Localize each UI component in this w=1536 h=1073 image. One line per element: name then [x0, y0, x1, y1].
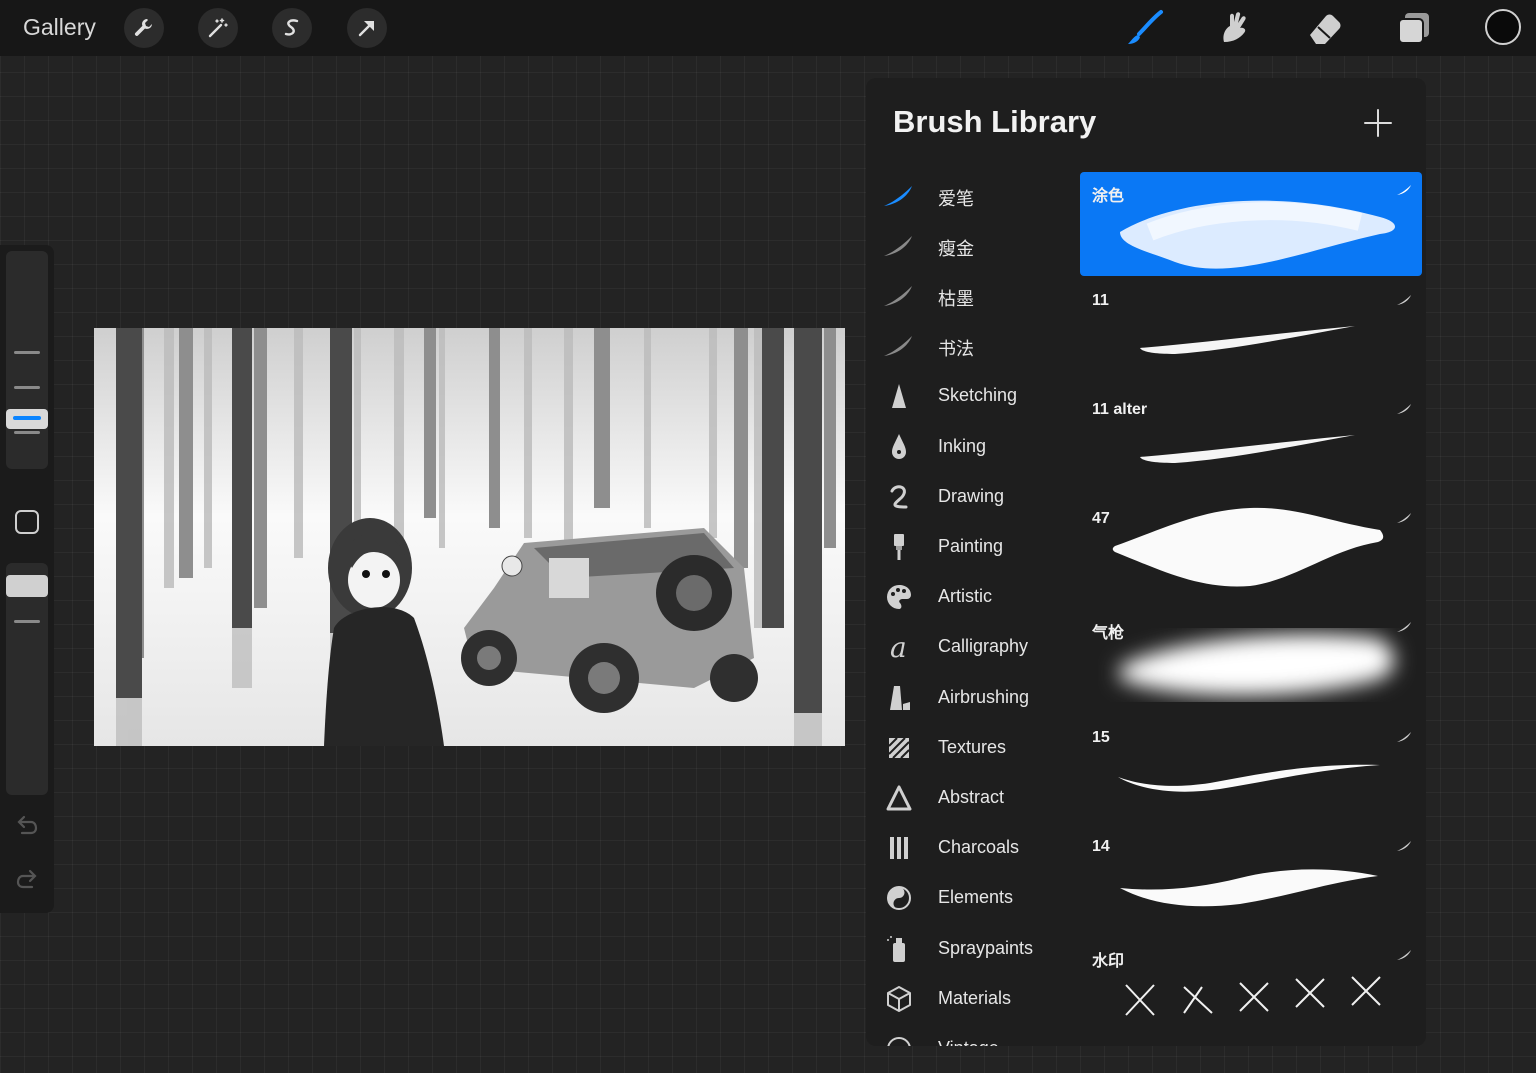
- drawing-canvas[interactable]: [94, 328, 845, 746]
- pencil-tip-icon: [892, 384, 906, 408]
- brush-preview: [1120, 200, 1395, 269]
- triangle-icon: [886, 785, 912, 811]
- transform-arrow-icon: [358, 21, 374, 37]
- modify-square-icon[interactable]: [15, 510, 39, 534]
- brush-item-47[interactable]: 47: [1080, 500, 1422, 604]
- brush-preview: [1120, 869, 1378, 907]
- brush-stroke-icon: [1397, 295, 1411, 305]
- selection-button[interactable]: [272, 8, 312, 48]
- transform-button[interactable]: [347, 8, 387, 48]
- cube-icon: [887, 986, 911, 1012]
- category-airbrushing[interactable]: Airbrushing: [882, 678, 1072, 718]
- brush-preview: [1140, 326, 1355, 354]
- layers-button[interactable]: [1394, 8, 1434, 48]
- vintage-icon: [887, 1037, 911, 1046]
- eraser-icon: [1310, 14, 1341, 44]
- brush-stroke-icon: [884, 336, 912, 356]
- brush-preview: [1120, 634, 1395, 696]
- brush-preview: [1125, 976, 1381, 1016]
- brush-item-qiqiang[interactable]: 气枪: [1080, 609, 1422, 713]
- paintbrush-icon: [894, 534, 904, 560]
- brush-library-panel: Brush Library 爱笔 瘦金 枯墨 书法 Sketching Inki…: [866, 78, 1426, 1046]
- category-spraypaints[interactable]: Spraypaints: [882, 929, 1072, 969]
- brush-item-14[interactable]: 14: [1080, 828, 1422, 932]
- palette-icon: [887, 585, 911, 609]
- layers-icon: [1398, 13, 1429, 44]
- spray-can-icon: [887, 936, 905, 962]
- svg-text:a: a: [890, 631, 907, 663]
- category-drawing[interactable]: Drawing: [882, 477, 1072, 517]
- brush-item-15[interactable]: 15: [1080, 719, 1422, 823]
- brush-item-11[interactable]: 11: [1080, 282, 1422, 386]
- calligraphy-a-icon: a: [890, 631, 907, 663]
- brush-stroke-icon: [884, 286, 912, 306]
- color-picker-button[interactable]: [1485, 9, 1521, 45]
- category-inking[interactable]: Inking: [882, 427, 1072, 467]
- wrench-icon: [134, 19, 152, 36]
- brush-list: 涂色 11 11 alter 47 气枪 15 14 水印: [1080, 172, 1422, 1046]
- brush-stroke-icon: [884, 236, 912, 256]
- category-shoujin[interactable]: 瘦金: [882, 226, 1072, 266]
- brush-stroke-icon: [1397, 404, 1411, 414]
- brush-item-11-alter[interactable]: 11 alter: [1080, 391, 1422, 495]
- brush-stroke-icon: [884, 186, 912, 206]
- brush-item-tuse[interactable]: 涂色: [1080, 172, 1422, 276]
- artwork: [94, 328, 845, 746]
- brush-preview: [1118, 764, 1380, 792]
- eraser-tool-button[interactable]: [1304, 8, 1344, 48]
- category-elements[interactable]: Elements: [882, 878, 1072, 918]
- top-toolbar: Gallery: [0, 0, 1536, 56]
- category-vintage[interactable]: Vintage: [882, 1029, 1072, 1046]
- brush-stroke-icon: [1397, 622, 1411, 632]
- magic-wand-icon: [208, 18, 228, 38]
- brush-size-slider[interactable]: [6, 251, 48, 469]
- category-sketching[interactable]: Sketching: [882, 376, 1072, 416]
- selection-icon: [284, 19, 299, 36]
- category-aibi[interactable]: 爱笔: [882, 176, 1072, 216]
- brush-item-shuiyin[interactable]: 水印: [1080, 937, 1422, 1041]
- panel-title: Brush Library: [893, 104, 1097, 139]
- brush-preview: [1112, 507, 1384, 587]
- brush-tool-button[interactable]: [1125, 8, 1165, 48]
- actions-button[interactable]: [124, 8, 164, 48]
- brush-stroke-icon: [1397, 841, 1411, 851]
- adjustments-button[interactable]: [198, 8, 238, 48]
- category-shufa[interactable]: 书法: [882, 326, 1072, 366]
- smudge-tool-button[interactable]: [1214, 8, 1254, 48]
- yin-yang-icon: [887, 886, 911, 910]
- category-materials[interactable]: Materials: [882, 979, 1072, 1019]
- redo-icon[interactable]: [14, 867, 40, 891]
- charcoal-icon: [890, 837, 908, 859]
- category-textures[interactable]: Textures: [882, 728, 1072, 768]
- plus-icon[interactable]: [1363, 108, 1393, 138]
- category-kumo[interactable]: 枯墨: [882, 276, 1072, 316]
- category-charcoals[interactable]: Charcoals: [882, 828, 1072, 868]
- brush-size-handle[interactable]: [6, 409, 48, 429]
- brush-stroke-icon: [1397, 732, 1411, 742]
- left-sidebar: [0, 245, 54, 913]
- brush-stroke-icon: [1397, 185, 1411, 195]
- airbrush-icon: [890, 686, 910, 710]
- smudge-icon: [1223, 12, 1246, 42]
- category-abstract[interactable]: Abstract: [882, 778, 1072, 818]
- brush-stroke-icon: [1397, 950, 1411, 960]
- category-artistic[interactable]: Artistic: [882, 577, 1072, 617]
- gallery-button[interactable]: Gallery: [23, 14, 96, 41]
- undo-icon[interactable]: [14, 813, 40, 837]
- ink-drop-icon: [892, 434, 906, 459]
- category-calligraphy[interactable]: a Calligraphy: [882, 627, 1072, 667]
- opacity-slider[interactable]: [6, 563, 48, 795]
- opacity-handle[interactable]: [6, 575, 48, 597]
- squiggle-icon: [890, 485, 908, 509]
- texture-icon: [888, 737, 910, 759]
- brush-stroke-icon: [1397, 513, 1411, 523]
- category-painting[interactable]: Painting: [882, 527, 1072, 567]
- brush-icon: [1128, 10, 1163, 44]
